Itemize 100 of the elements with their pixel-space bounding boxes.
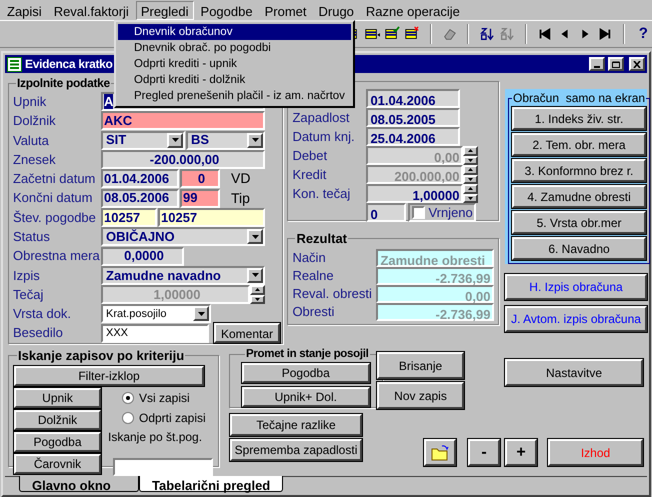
field-label: Končni datum: [13, 189, 94, 208]
button[interactable]: Upnik+ Dol.: [242, 387, 370, 408]
input-field[interactable]: XXX: [101, 324, 209, 343]
field-label: Vrsta dok.: [13, 305, 72, 324]
dropdown-arrow-button[interactable]: [247, 132, 263, 148]
input-field[interactable]: -200.000,00: [101, 150, 265, 170]
close-button[interactable]: [629, 57, 645, 71]
menu-item[interactable]: Zapisi: [2, 0, 47, 20]
zoom-button[interactable]: -: [468, 439, 500, 466]
up-triangle-icon: [468, 168, 474, 172]
tab[interactable]: Tabelarični pregled: [139, 476, 284, 492]
sort-ascending-icon[interactable]: [479, 25, 496, 43]
radio-option[interactable]: Odprti zapisi: [122, 408, 213, 428]
input-field[interactable]: 10257: [101, 208, 157, 227]
button[interactable]: 2. Tem. obr. mera: [512, 133, 646, 156]
input-field[interactable]: 01.04.2006: [366, 89, 460, 108]
field-note: VD: [231, 169, 250, 188]
input-field[interactable]: 01.04.2006: [101, 169, 179, 188]
menu-entry[interactable]: Dnevnik obračunov: [118, 24, 351, 40]
field-label: Izpis: [13, 266, 41, 285]
field-label: Realne: [292, 266, 335, 285]
dropdown-field[interactable]: BS: [186, 130, 265, 150]
button[interactable]: Upnik: [14, 388, 101, 408]
checkbox-field[interactable]: Vrnjeno: [408, 203, 476, 222]
button[interactable]: Tečajne razlike: [230, 414, 362, 436]
input-field[interactable]: 10257: [158, 208, 265, 227]
radio-button[interactable]: [122, 392, 134, 404]
comment-button[interactable]: Komentar: [214, 323, 280, 344]
contract-search-field[interactable]: [113, 458, 213, 476]
input-field[interactable]: 1,00000: [366, 184, 464, 203]
help-button[interactable]: ?: [634, 22, 652, 46]
group-title: Rezultat: [295, 230, 348, 248]
dropdown-arrow-button[interactable]: [167, 132, 183, 148]
spin-up-button[interactable]: [463, 184, 478, 194]
down-triangle-icon: [468, 178, 474, 181]
result-field: 0,00: [376, 284, 494, 302]
button[interactable]: Filter-izklop: [14, 366, 204, 386]
checkbox[interactable]: [412, 206, 426, 219]
button[interactable]: 4. Zamudne obresti: [512, 185, 646, 208]
menu-item[interactable]: Pogodbe: [196, 0, 258, 20]
menu-item[interactable]: Promet: [260, 0, 312, 20]
menu-entry[interactable]: Pregled prenešenih plačil - iz am. načrtov: [118, 88, 351, 104]
field-label: Kredit: [292, 166, 326, 182]
input-field[interactable]: 08.05.2005: [366, 108, 460, 127]
input-field[interactable]: 25.04.2006: [366, 127, 460, 146]
field-label: Kon. tečaj: [292, 186, 350, 200]
button[interactable]: 3. Konformno brez r.: [512, 159, 646, 182]
down-triangle-icon: [255, 298, 260, 301]
radio-option[interactable]: Vsi zapisi: [122, 388, 213, 408]
menu-item[interactable]: Reval.faktorji: [48, 0, 134, 20]
input-field[interactable]: 08.05.2006: [101, 188, 179, 208]
button[interactable]: Nastavitve: [505, 359, 643, 386]
field-label: Štev. pogodbe: [13, 208, 97, 227]
input-field[interactable]: 99: [180, 188, 220, 208]
input-field[interactable]: 0: [366, 203, 406, 222]
menu-item[interactable]: Pregledi: [136, 0, 194, 20]
group-title: Izpolnite podatke: [16, 75, 111, 92]
button[interactable]: Pogodba: [242, 363, 370, 384]
button[interactable]: Brisanje: [377, 352, 464, 379]
print-button[interactable]: H. Izpis obračuna: [505, 274, 647, 300]
tab[interactable]: Glavno okno: [19, 476, 139, 492]
button[interactable]: Sprememba zapadlosti: [230, 439, 362, 461]
spin-up-button[interactable]: [463, 165, 478, 174]
field-note: Tip: [231, 188, 250, 208]
menu-entry[interactable]: Dnevnik obrač. po pogodbi: [118, 40, 351, 56]
dropdown-field[interactable]: OBIČAJNO: [101, 227, 265, 246]
button[interactable]: Dolžnik: [14, 410, 101, 430]
open-folder-button[interactable]: [424, 439, 456, 466]
print-button[interactable]: J. Avtom. izpis obračuna: [505, 306, 647, 332]
input-field[interactable]: 0: [180, 169, 220, 188]
menu-item[interactable]: Drugo: [314, 0, 359, 20]
menu-entry[interactable]: Odprti krediti - dolžnik: [118, 72, 351, 88]
dropdown-arrow-button[interactable]: [247, 229, 263, 244]
menu-entry[interactable]: Odprti krediti - upnik: [118, 56, 351, 72]
spin-up-button[interactable]: [463, 146, 478, 156]
result-field: -2.736,99: [376, 302, 494, 320]
maximize-button[interactable]: [608, 57, 624, 71]
dropdown-field[interactable]: Krat.posojilo: [101, 304, 211, 324]
field-label: Znesek: [13, 150, 57, 169]
button[interactable]: 5. Vrsta obr.mer: [512, 211, 646, 234]
zoom-button[interactable]: +: [505, 439, 537, 466]
button[interactable]: Nov zapis: [377, 382, 464, 409]
button[interactable]: 1. Indeks živ. str.: [512, 107, 646, 130]
field-label: Datum knj.: [292, 128, 355, 144]
caret-icon: [252, 234, 258, 239]
up-triangle-icon: [468, 187, 474, 190]
dropdown-arrow-button[interactable]: [247, 268, 263, 283]
last-record-icon[interactable]: [596, 25, 613, 43]
button[interactable]: Čarovnik: [14, 454, 101, 474]
dropdown-field[interactable]: SIT: [101, 130, 185, 150]
button[interactable]: 6. Navadno: [512, 237, 646, 260]
dropdown-arrow-button[interactable]: [193, 306, 209, 322]
button[interactable]: Pogodba: [14, 432, 101, 452]
menu-item[interactable]: Razne operacije: [360, 0, 465, 20]
radio-button[interactable]: [122, 412, 134, 424]
spin-up-button[interactable]: [250, 285, 265, 295]
dropdown-field[interactable]: Zamudne navadno: [101, 266, 265, 285]
input-field[interactable]: AKC: [101, 111, 265, 130]
minimize-button[interactable]: [589, 57, 605, 71]
input-field[interactable]: 0,0000: [101, 246, 184, 266]
